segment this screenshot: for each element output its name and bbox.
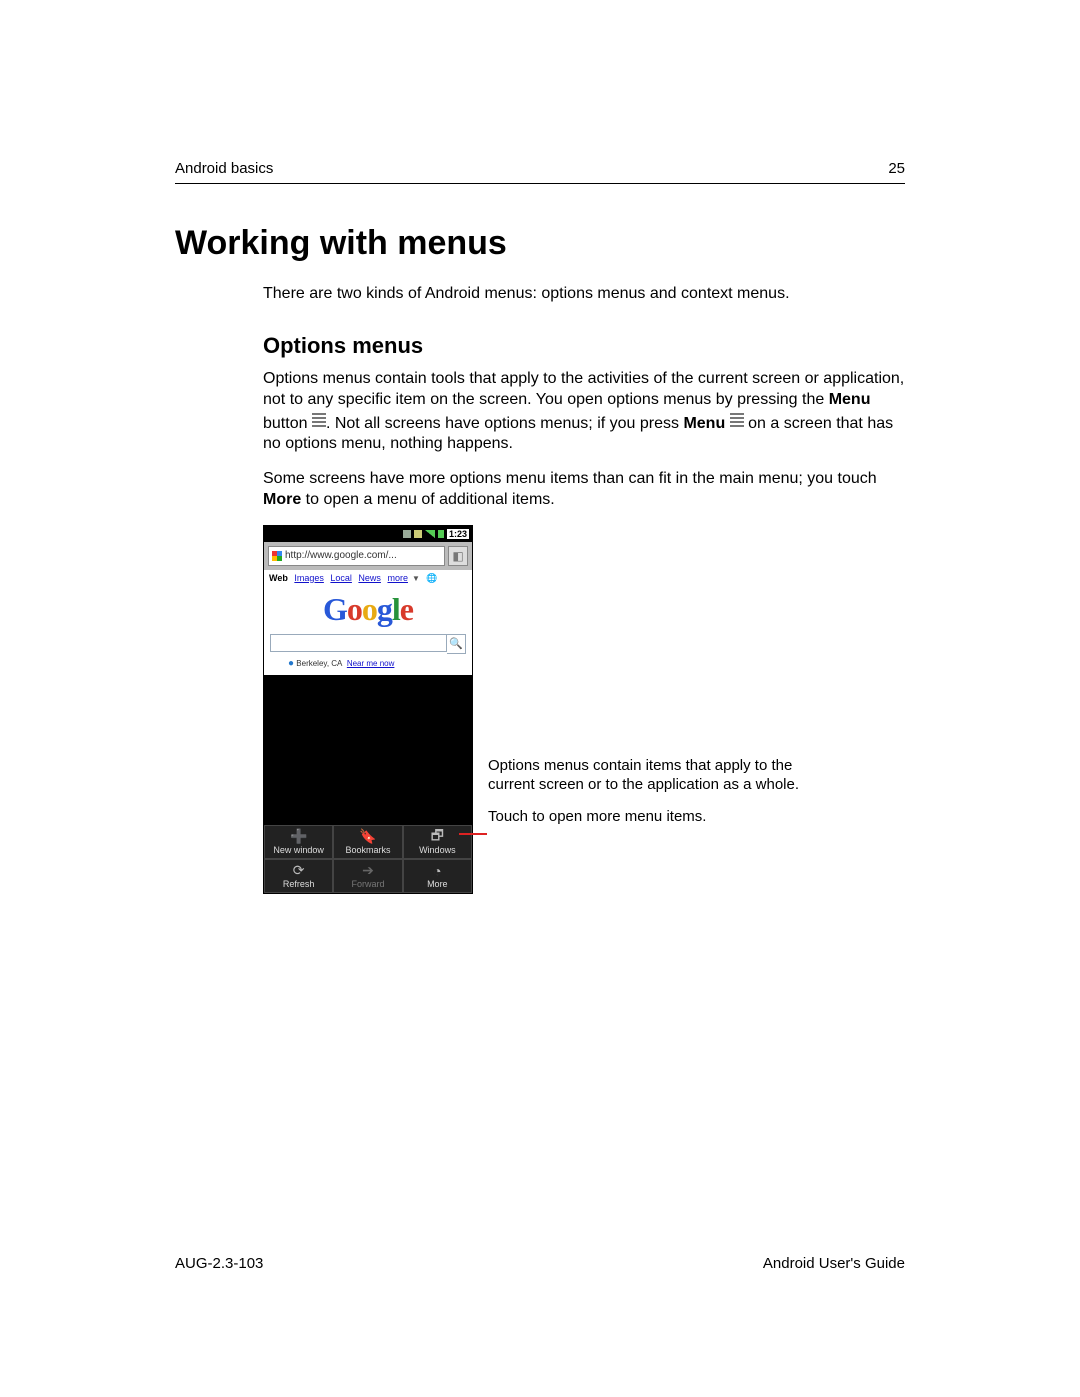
address-bar: http://www.google.com/... ◧ bbox=[264, 542, 472, 570]
more-bold: More bbox=[263, 491, 301, 508]
running-header: Android basics 25 bbox=[175, 160, 905, 184]
favicon-icon bbox=[272, 551, 282, 561]
refresh-icon: ⟳ bbox=[265, 863, 332, 879]
menu-icon bbox=[730, 411, 744, 429]
menu-bold: Menu bbox=[829, 391, 871, 408]
windows-icon: 🗗 bbox=[404, 829, 471, 845]
forward-icon: ➔ bbox=[334, 863, 401, 879]
near-me-link: Near me now bbox=[347, 659, 395, 668]
status-bar: 1:23 bbox=[264, 526, 472, 542]
option-new-window: ➕ New window bbox=[264, 825, 333, 859]
plus-icon: ➕ bbox=[265, 829, 332, 845]
option-bookmarks: 🔖 Bookmarks bbox=[333, 825, 402, 859]
body-paragraph-1: Options menus contain tools that apply t… bbox=[263, 369, 905, 455]
bookmark-icon: ◧ bbox=[448, 546, 468, 566]
google-search-bar: 🔍 bbox=[270, 634, 466, 654]
running-footer: AUG-2.3-103 Android User's Guide bbox=[175, 1255, 905, 1272]
search-field bbox=[270, 634, 447, 652]
google-nav: Web Images Local News more▼ 🌐 bbox=[264, 570, 472, 587]
option-windows: 🗗 Windows bbox=[403, 825, 472, 859]
page-number: 25 bbox=[888, 160, 905, 177]
option-more: ◔ More bbox=[403, 859, 472, 893]
url-text: http://www.google.com/... bbox=[285, 550, 397, 561]
doc-title: Android User's Guide bbox=[763, 1255, 905, 1272]
nav-local: Local bbox=[330, 573, 352, 583]
bookmark-icon: 🔖 bbox=[334, 829, 401, 845]
phone-screenshot: 1:23 http://www.google.com/... ◧ Web Ima… bbox=[263, 525, 473, 894]
battery-icon bbox=[438, 530, 444, 538]
dropdown-icon: ▼ bbox=[412, 574, 420, 583]
page-title: Working with menus bbox=[175, 224, 905, 263]
callout-text-2: Touch to open more menu items. bbox=[488, 808, 808, 827]
callout-line bbox=[459, 833, 487, 835]
figure-callouts: Options menus contain items that apply t… bbox=[488, 757, 808, 827]
nav-more: more bbox=[387, 573, 408, 583]
phone-viewport bbox=[264, 675, 472, 825]
nav-images: Images bbox=[294, 573, 324, 583]
menu-icon bbox=[312, 411, 326, 429]
google-logo: Google bbox=[264, 587, 472, 634]
doc-id: AUG-2.3-103 bbox=[175, 1255, 263, 1272]
status-icon bbox=[414, 530, 422, 538]
status-icon bbox=[403, 530, 411, 538]
nav-web: Web bbox=[269, 573, 288, 583]
figure: 1:23 http://www.google.com/... ◧ Web Ima… bbox=[263, 525, 905, 894]
option-refresh: ⟳ Refresh bbox=[264, 859, 333, 893]
intro-paragraph: There are two kinds of Android menus: op… bbox=[263, 285, 905, 303]
url-field: http://www.google.com/... bbox=[268, 546, 445, 566]
search-icon: 🔍 bbox=[447, 634, 466, 654]
section-heading: Options menus bbox=[263, 333, 905, 359]
location-line: ● Berkeley, CA Near me now bbox=[264, 658, 472, 675]
clock: 1:23 bbox=[447, 529, 469, 539]
document-page: Android basics 25 Working with menus The… bbox=[0, 0, 1080, 1397]
callout-text-1: Options menus contain items that apply t… bbox=[488, 757, 808, 795]
option-forward: ➔ Forward bbox=[333, 859, 402, 893]
nav-news: News bbox=[358, 573, 381, 583]
menu-bold: Menu bbox=[683, 415, 725, 432]
section-name: Android basics bbox=[175, 160, 273, 177]
signal-icon bbox=[425, 530, 435, 538]
more-icon: ◔ bbox=[404, 863, 471, 879]
options-menu: ➕ New window 🔖 Bookmarks 🗗 Windows ⟳ Ref… bbox=[264, 825, 472, 893]
body-paragraph-2: Some screens have more options menu item… bbox=[263, 469, 905, 511]
